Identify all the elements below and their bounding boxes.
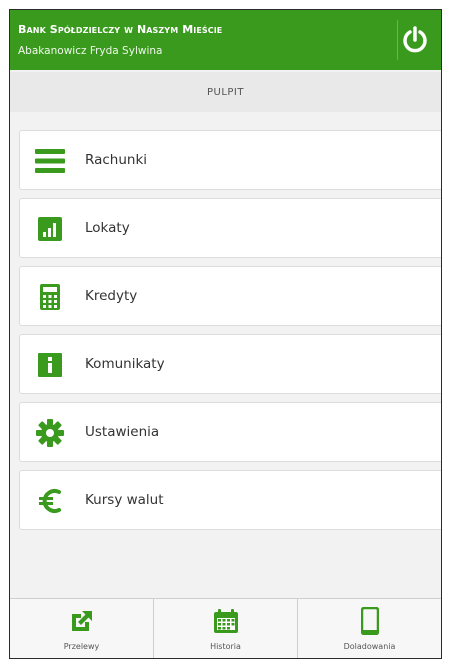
tab-historia[interactable]: Historia (154, 599, 298, 658)
user-name: Abakanowicz Fryda Sylwina (18, 45, 163, 57)
bottom-navigation: Przelewy Historia Doladowania (10, 598, 441, 658)
menu-item-kursy-walut[interactable]: Kursy walut (19, 470, 441, 530)
menu-item-kredyty[interactable]: Kredyty (19, 266, 441, 326)
app-header: Bank Spółdzielczy w Naszym Mieście Abaka… (10, 10, 441, 70)
bar-chart-icon (35, 214, 65, 244)
tab-przelewy[interactable]: Przelewy (10, 599, 154, 658)
menu-item-label: Kursy walut (85, 492, 164, 508)
gear-icon (35, 418, 65, 448)
menu-item-label: Ustawienia (85, 424, 160, 440)
tab-label: Historia (210, 642, 241, 651)
tab-label: Przelewy (63, 642, 100, 651)
app-window: Bank Spółdzielczy w Naszym Mieście Abaka… (9, 9, 442, 659)
bank-name: Bank Spółdzielczy w Naszym Mieście (18, 23, 223, 36)
menu-item-label: Rachunki (85, 152, 148, 168)
power-icon (402, 26, 427, 53)
calendar-icon (212, 607, 240, 635)
tab-label: Doladowania (343, 642, 396, 651)
info-icon (35, 350, 65, 380)
menu-item-lokaty[interactable]: Lokaty (19, 198, 441, 258)
list-icon (35, 146, 65, 176)
menu-item-label: Kredyty (85, 288, 138, 304)
external-link-icon (68, 607, 96, 635)
menu-item-label: Komunikaty (85, 356, 165, 372)
menu-item-rachunki[interactable]: Rachunki (19, 130, 441, 190)
phone-icon (356, 607, 384, 635)
page-title-bar: Pulpit (10, 72, 441, 112)
calculator-icon (35, 282, 65, 312)
menu-item-ustawienia[interactable]: Ustawienia (19, 402, 441, 462)
menu-item-label: Lokaty (85, 220, 130, 236)
page-title: Pulpit (206, 86, 244, 98)
logout-button[interactable] (397, 20, 431, 60)
tab-doladowania[interactable]: Doladowania (298, 599, 441, 658)
menu-item-komunikaty[interactable]: Komunikaty (19, 334, 441, 394)
euro-icon (35, 486, 65, 516)
